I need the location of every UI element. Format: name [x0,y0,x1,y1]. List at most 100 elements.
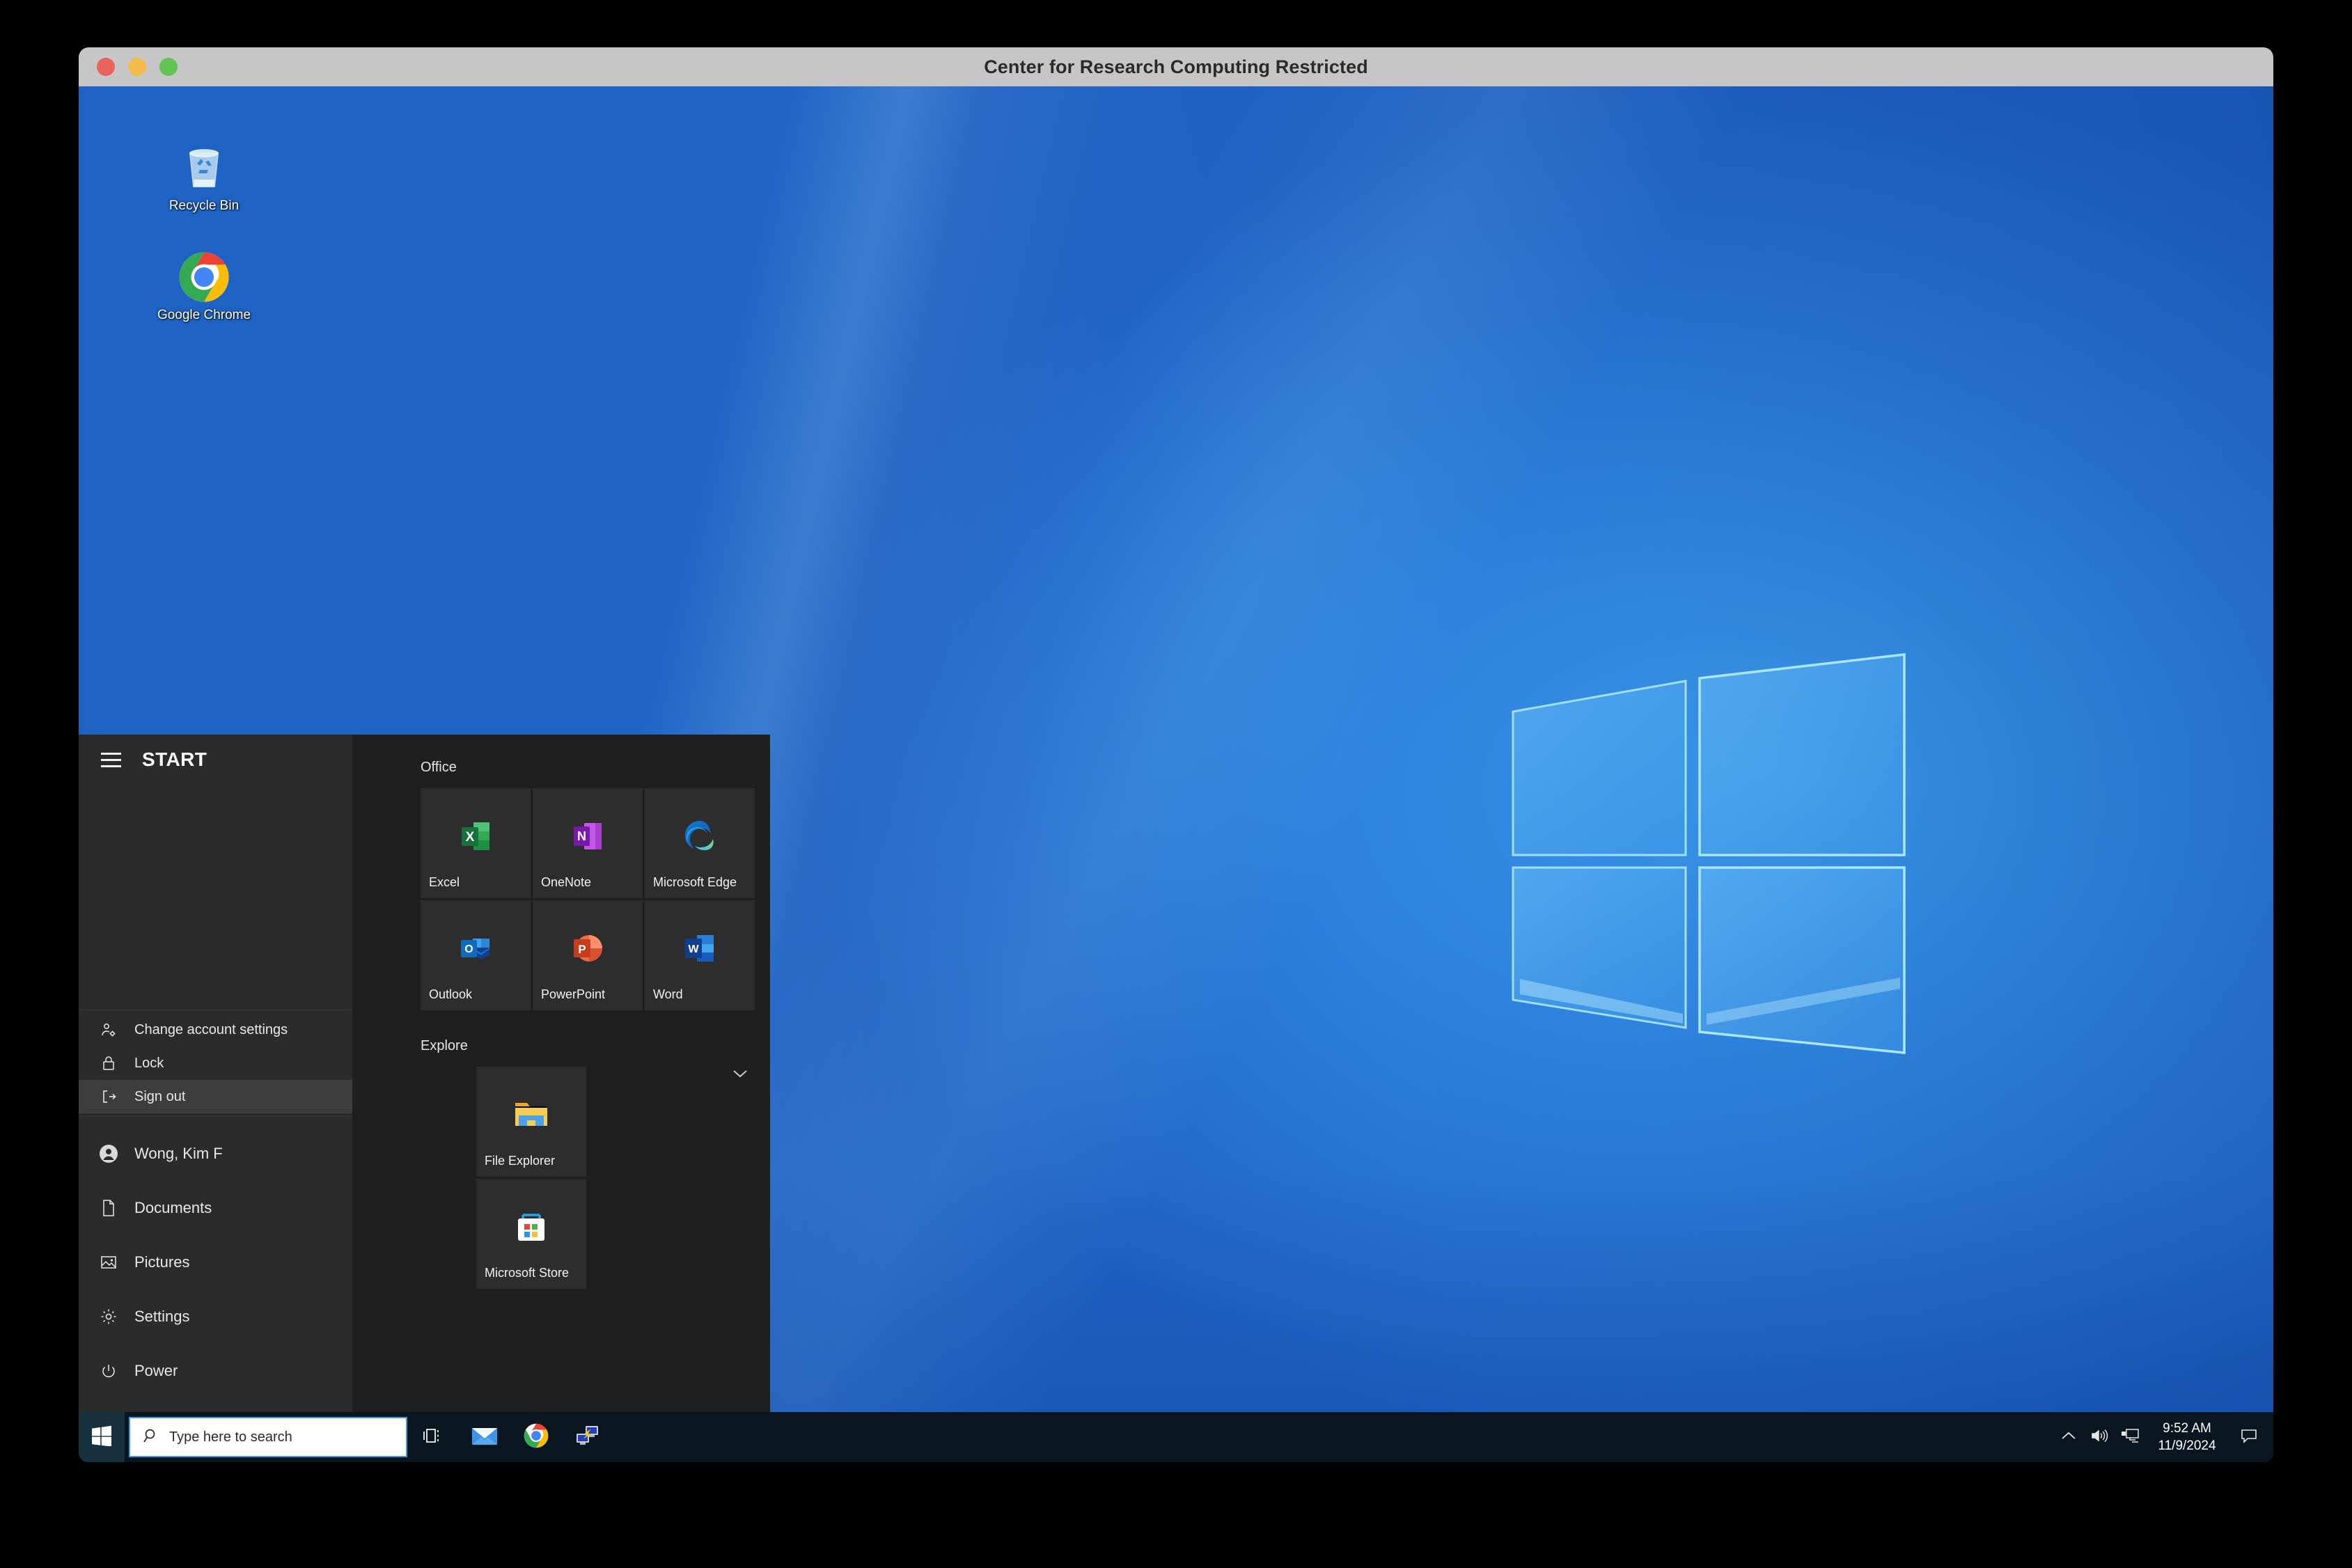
taskbar-button-task-view[interactable] [407,1412,459,1462]
start-menu-account-actions: Change account settings Lock Sign out [79,1010,352,1116]
tile-file-explorer[interactable]: File Explorer [476,1067,586,1177]
taskbar: Type here to search 9:52 AM 11/9/2024 [79,1412,2273,1462]
tile-word[interactable]: W Word [645,900,755,1010]
tile-outlook[interactable]: O Outlook [421,900,531,1010]
desktop-icon-google-chrome[interactable]: Google Chrome [148,250,260,322]
start-menu-title: START [142,748,207,770]
tile-group-explore: File Explorer Microsoft Store [476,1067,770,1289]
start-item-pictures[interactable]: Pictures [79,1235,352,1289]
start-item-label: Sign out [134,1088,186,1104]
tile-group-office: X Excel N OneNote Microsoft Edge O Outlo… [421,788,770,1010]
tile-group-title-office: Office [421,760,457,775]
start-item-label: Power [134,1362,178,1379]
file-explorer-icon [476,1097,586,1129]
svg-text:O: O [464,943,473,955]
clock[interactable]: 9:52 AM 11/9/2024 [2145,1412,2229,1462]
window-titlebar: Center for Research Computing Restricted [79,47,2273,86]
chrome-icon [524,1423,549,1452]
word-icon: W [645,931,755,966]
tile-label: File Explorer [485,1154,556,1168]
tile-group-explore-section: Explore File Explorer Microsoft Store [352,1038,770,1289]
start-menu-header[interactable]: START [79,735,352,785]
svg-text:W: W [688,943,699,955]
desktop-icon-label: Google Chrome [157,308,251,322]
search-icon [143,1427,159,1448]
recycle-bin-icon [148,141,260,195]
excel-icon: X [421,819,531,854]
tile-excel[interactable]: X Excel [421,788,531,898]
start-item-user-account[interactable]: Wong, Kim F [79,1127,352,1181]
notification-icon [2240,1427,2258,1448]
svg-text:P: P [578,943,586,956]
start-item-label: Change account settings [134,1021,288,1037]
start-menu-tiles-panel: Office X Excel N OneNote Microsoft Edge … [352,735,770,1412]
application-window: Center for Research Computing Restricted [79,47,2273,1462]
task-view-icon [423,1426,444,1449]
tile-onenote[interactable]: N OneNote [533,788,643,898]
start-menu-left-panel: START Change account settings Lock Sign … [79,735,352,1412]
start-item-label: Settings [134,1308,190,1325]
start-menu[interactable]: START Change account settings Lock Sign … [79,735,770,1412]
taskbar-button-google-chrome[interactable] [510,1412,562,1462]
power-icon [98,1363,119,1379]
tile-label: Microsoft Store [485,1266,570,1280]
network-icon [2120,1427,2140,1448]
microsoft-store-icon [476,1209,586,1244]
network-button[interactable] [2115,1412,2145,1462]
onenote-icon: N [533,819,643,854]
clock-date: 11/9/2024 [2158,1438,2216,1453]
show-hidden-icons-button[interactable] [2053,1412,2084,1462]
lock-icon [98,1055,119,1072]
start-item-label: Pictures [134,1253,190,1271]
speaker-icon [2090,1428,2108,1447]
tile-group-title-explore: Explore [421,1038,468,1053]
search-placeholder: Type here to search [169,1429,292,1445]
outlook-icon: O [421,931,531,966]
start-item-change-account-settings[interactable]: Change account settings [79,1013,352,1046]
windows-logo-icon [91,1425,112,1450]
tile-label: Outlook [429,987,473,1001]
account-settings-icon [98,1021,119,1038]
tile-microsoft-edge[interactable]: Microsoft Edge [645,788,755,898]
sign-out-icon [98,1088,119,1105]
windows-desktop[interactable]: Recycle Bin Google Chrome START Change a… [79,86,2273,1462]
hamburger-icon[interactable] [101,752,121,767]
taskbar-button-mail[interactable] [459,1412,510,1462]
start-button[interactable] [79,1412,125,1462]
chrome-icon [148,250,260,304]
window-title: Center for Research Computing Restricted [984,56,1368,77]
start-menu-nav-list: Wong, Kim F Documents Pictures Settings … [79,1116,352,1412]
start-item-label: Lock [134,1055,164,1071]
user-avatar-icon [98,1144,119,1163]
clock-time: 9:52 AM [2163,1420,2211,1436]
document-icon [98,1199,119,1217]
start-item-power[interactable]: Power [79,1344,352,1398]
start-item-settings[interactable]: Settings [79,1289,352,1344]
search-input[interactable]: Type here to search [129,1417,407,1457]
svg-text:N: N [577,829,586,843]
powerpoint-icon: P [533,931,643,966]
tile-label: OneNote [541,875,592,889]
start-item-sign-out[interactable]: Sign out [79,1080,352,1113]
taskbar-button-remote-desktop[interactable] [562,1412,613,1462]
edge-icon [645,819,755,854]
desktop-icon-label: Recycle Bin [168,198,240,213]
svg-text:X: X [466,830,475,845]
volume-button[interactable] [2084,1412,2115,1462]
pictures-icon [98,1254,119,1271]
start-item-lock[interactable]: Lock [79,1046,352,1080]
start-item-documents[interactable]: Documents [79,1181,352,1235]
start-menu-spacer [79,785,352,1010]
tile-microsoft-store[interactable]: Microsoft Store [476,1179,586,1289]
tile-label: PowerPoint [541,987,606,1001]
start-item-label: Documents [134,1199,212,1216]
system-tray: 9:52 AM 11/9/2024 [2053,1412,2273,1462]
desktop-icon-recycle-bin[interactable]: Recycle Bin [148,141,260,213]
tile-label: Microsoft Edge [653,875,737,889]
start-item-label: Wong, Kim F [134,1145,223,1162]
chevron-up-icon [2061,1431,2076,1444]
tile-powerpoint[interactable]: P PowerPoint [533,900,643,1010]
chevron-down-icon[interactable] [732,1069,748,1082]
tile-label: Excel [429,875,460,889]
notifications-button[interactable] [2229,1412,2269,1462]
